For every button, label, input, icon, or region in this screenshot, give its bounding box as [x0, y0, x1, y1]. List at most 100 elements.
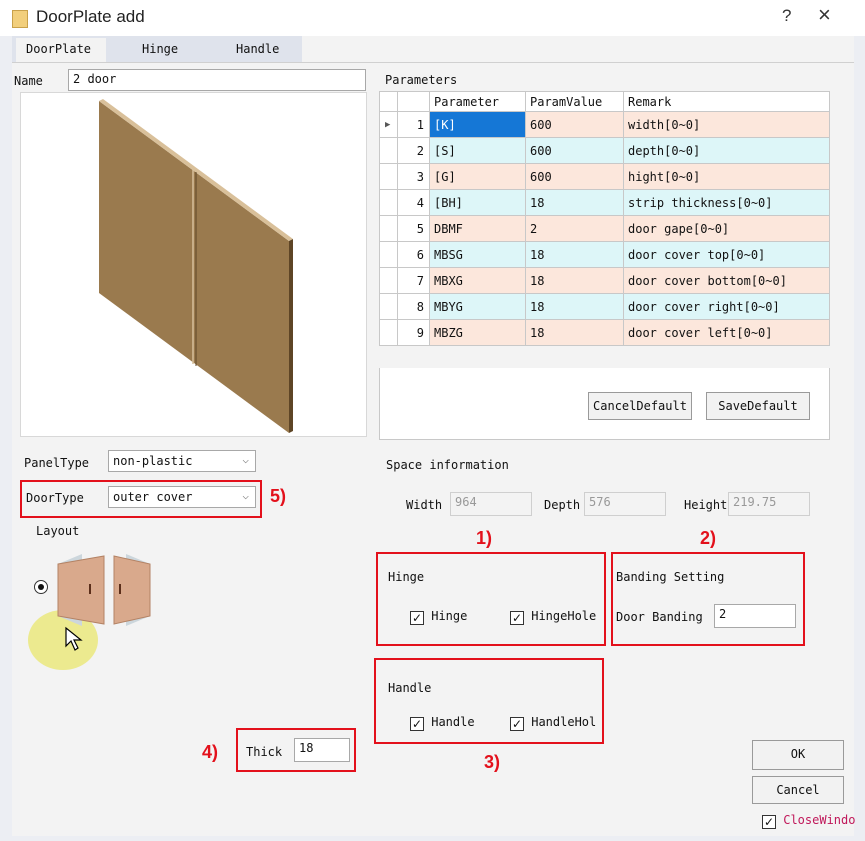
handle-checkbox-label: Handle: [431, 715, 475, 729]
thick-label: Thick: [246, 745, 283, 759]
ok-button[interactable]: OK: [752, 740, 844, 770]
remark-cell[interactable]: hight[0~0]: [623, 163, 830, 190]
value-cell[interactable]: 18: [525, 319, 624, 346]
width-field: 964: [450, 492, 532, 516]
table-row[interactable]: 5 DBMF 2 door gape[0~0]: [379, 215, 830, 242]
table-row[interactable]: 7 MBXG 18 door cover bottom[0~0]: [379, 267, 830, 294]
tab-hinge[interactable]: Hinge: [132, 38, 212, 62]
row-number-header: [397, 91, 430, 112]
value-cell[interactable]: 600: [525, 137, 624, 164]
app-icon: [12, 10, 28, 28]
height-field: 219.75: [728, 492, 810, 516]
remark-cell[interactable]: strip thickness[0~0]: [623, 189, 830, 216]
panel-type-value: non-plastic: [113, 454, 193, 468]
tab-handle[interactable]: Handle: [226, 38, 306, 62]
hinge-hole-checkbox[interactable]: ✓ HingeHole: [510, 609, 596, 625]
param-cell[interactable]: MBYG: [429, 293, 526, 320]
table-row[interactable]: ▶ 1 [K] 600 width[0~0]: [379, 111, 830, 138]
chevron-down-icon: ⌵: [242, 489, 249, 502]
chevron-down-icon: ⌵: [242, 453, 249, 466]
param-cell[interactable]: MBXG: [429, 267, 526, 294]
handle-hole-checkbox[interactable]: ✓ HandleHol: [510, 715, 596, 731]
save-default-button[interactable]: SaveDefault: [706, 392, 810, 420]
double-door-layout-icon: [57, 554, 151, 626]
value-cell[interactable]: 2: [525, 215, 624, 242]
value-cell[interactable]: 18: [525, 189, 624, 216]
value-cell[interactable]: 18: [525, 267, 624, 294]
height-label: Height: [684, 498, 728, 512]
param-cell[interactable]: MBSG: [429, 241, 526, 268]
column-header-remark: Remark: [623, 91, 830, 112]
row-number: 6: [397, 241, 430, 268]
checkbox-checked-icon: ✓: [410, 717, 424, 731]
value-cell[interactable]: 18: [525, 293, 624, 320]
parameters-label: Parameters: [385, 73, 458, 87]
column-header-paramvalue: ParamValue: [525, 91, 624, 112]
param-cell[interactable]: [BH]: [429, 189, 526, 216]
handle-hole-checkbox-label: HandleHol: [531, 715, 597, 729]
row-number: 8: [397, 293, 430, 320]
row-number: 3: [397, 163, 430, 190]
current-row-icon: ▶: [379, 111, 398, 138]
door-type-label: DoorType: [26, 491, 84, 505]
annotation-label-2: 2): [700, 528, 717, 548]
param-cell[interactable]: MBZG: [429, 319, 526, 346]
remark-cell[interactable]: depth[0~0]: [623, 137, 830, 164]
checkbox-checked-icon: ✓: [762, 815, 776, 829]
annotation-box-2: [611, 552, 805, 646]
remark-cell[interactable]: door cover bottom[0~0]: [623, 267, 830, 294]
param-cell[interactable]: [S]: [429, 137, 526, 164]
hinge-hole-checkbox-label: HingeHole: [531, 609, 597, 623]
cancel-default-button[interactable]: CancelDefault: [588, 392, 692, 420]
hinge-checkbox[interactable]: ✓ Hinge: [410, 609, 467, 625]
layout-radio[interactable]: [34, 580, 48, 594]
remark-cell[interactable]: door gape[0~0]: [623, 215, 830, 242]
table-row[interactable]: 3 [G] 600 hight[0~0]: [379, 163, 830, 190]
value-cell[interactable]: 600: [525, 163, 624, 190]
tab-doorplate[interactable]: DoorPlate: [16, 38, 106, 62]
remark-cell[interactable]: door cover left[0~0]: [623, 319, 830, 346]
close-window-checkbox[interactable]: ✓ CloseWindo: [762, 813, 855, 829]
panel-type-label: PanelType: [24, 456, 90, 470]
close-window-label: CloseWindo: [783, 813, 856, 827]
row-number: 7: [397, 267, 430, 294]
checkbox-checked-icon: ✓: [410, 611, 424, 625]
thick-input[interactable]: 18: [294, 738, 350, 762]
close-icon[interactable]: ×: [818, 2, 831, 28]
table-row[interactable]: 8 MBYG 18 door cover right[0~0]: [379, 293, 830, 320]
table-row[interactable]: 2 [S] 600 depth[0~0]: [379, 137, 830, 164]
value-cell[interactable]: 600: [525, 111, 624, 138]
annotation-box-3: [374, 658, 604, 744]
row-number: 1: [397, 111, 430, 138]
param-cell[interactable]: DBMF: [429, 215, 526, 242]
cancel-button[interactable]: Cancel: [752, 776, 844, 804]
depth-label: Depth: [544, 498, 581, 512]
table-row[interactable]: 4 [BH] 18 strip thickness[0~0]: [379, 189, 830, 216]
window-title: DoorPlate add: [36, 7, 145, 26]
handle-checkbox[interactable]: ✓ Handle: [410, 715, 475, 731]
column-header-parameter: Parameter: [429, 91, 526, 112]
depth-field: 576: [584, 492, 666, 516]
parameters-table: Parameter ParamValue Remark ▶ 1 [K] 600 …: [379, 91, 830, 346]
remark-cell[interactable]: door cover right[0~0]: [623, 293, 830, 320]
mouse-cursor-icon: [65, 626, 83, 651]
remark-cell[interactable]: door cover top[0~0]: [623, 241, 830, 268]
annotation-box-1: [376, 552, 606, 646]
panel-type-select[interactable]: non-plastic ⌵: [108, 450, 256, 472]
param-cell[interactable]: [K]: [429, 111, 526, 138]
annotation-label-5: 5): [270, 486, 287, 506]
space-info-label: Space information: [386, 458, 509, 472]
remark-cell[interactable]: width[0~0]: [623, 111, 830, 138]
table-row[interactable]: 6 MBSG 18 door cover top[0~0]: [379, 241, 830, 268]
param-cell[interactable]: [G]: [429, 163, 526, 190]
table-row[interactable]: 9 MBZG 18 door cover left[0~0]: [379, 319, 830, 346]
door-3d-image: [99, 99, 293, 433]
value-cell[interactable]: 18: [525, 241, 624, 268]
door-banding-input[interactable]: 2: [714, 604, 796, 628]
hinge-group-label: Hinge: [388, 570, 425, 584]
width-label: Width: [406, 498, 443, 512]
checkbox-checked-icon: ✓: [510, 717, 524, 731]
door-type-select[interactable]: outer cover ⌵: [108, 486, 256, 508]
name-input[interactable]: 2 door: [68, 69, 366, 91]
help-button[interactable]: ?: [782, 6, 791, 26]
